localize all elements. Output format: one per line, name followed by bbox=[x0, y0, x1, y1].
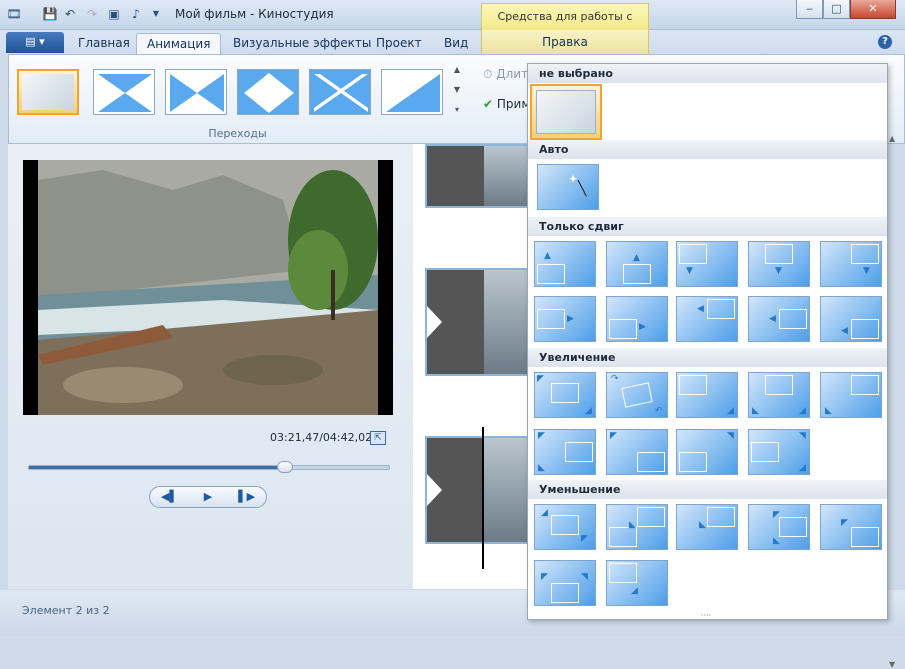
apply-check-icon: ✔ bbox=[483, 97, 497, 111]
zoom-in-option[interactable]: ◥ ◢ bbox=[748, 429, 810, 475]
zoom-out-option[interactable]: ◣ bbox=[676, 504, 738, 550]
next-frame-icon[interactable]: ▌▶ bbox=[227, 487, 266, 507]
gallery-expand-icon[interactable]: ▾ bbox=[452, 101, 462, 119]
storyboard-pane bbox=[413, 144, 535, 589]
transitions-group-label: Переходы bbox=[208, 127, 267, 140]
pan-option[interactable]: ▲ bbox=[606, 241, 668, 287]
pan-option[interactable]: ▼ bbox=[748, 241, 810, 287]
zoom-in-option[interactable]: ◢ bbox=[676, 372, 738, 418]
playhead[interactable] bbox=[482, 427, 484, 569]
playback-controls: ◀▌ ▶ ▌▶ bbox=[149, 486, 267, 508]
help-icon[interactable]: ? bbox=[878, 35, 892, 49]
storyboard-clip[interactable] bbox=[425, 268, 535, 376]
video-preview[interactable] bbox=[23, 160, 393, 415]
zoom-in-option[interactable]: ◣ ◢ bbox=[748, 372, 810, 418]
tab-home[interactable]: Главная bbox=[68, 33, 140, 54]
tab-animation[interactable]: Анимация bbox=[136, 33, 222, 54]
zoom-out-option[interactable]: ◤ ◣ bbox=[748, 504, 810, 550]
ribbon-tab-row: ▤ ▾ Главная Анимация Визуальные эффекты … bbox=[0, 30, 905, 54]
zoom-in-option[interactable]: ◤ ◢ bbox=[534, 372, 596, 418]
zoom-out-option[interactable]: ◤ ◥ bbox=[534, 560, 596, 606]
zoom-out-option[interactable]: ◤ bbox=[820, 504, 882, 550]
pan-option[interactable]: ◀ bbox=[676, 296, 738, 342]
tab-visual-effects[interactable]: Визуальные эффекты bbox=[223, 33, 381, 54]
tab-project[interactable]: Проект bbox=[366, 33, 432, 54]
pan-option[interactable]: ▼ bbox=[676, 241, 738, 287]
category-header: не выбрано bbox=[528, 64, 887, 83]
pan-zoom-gallery-dropdown: не выбрано Авто ✦ ╲ Только сдвиг ▲ ▲ ▼ ▼… bbox=[527, 63, 895, 669]
video-tools-context-tab: Средства для работы с видео bbox=[481, 3, 649, 49]
dropdown-scroll-up-icon[interactable]: ▲ bbox=[889, 134, 895, 143]
transition-thumb[interactable] bbox=[381, 69, 443, 115]
zoom-in-option[interactable]: ◥ bbox=[676, 429, 738, 475]
play-icon[interactable]: ▶ bbox=[189, 487, 228, 507]
music-icon[interactable]: ♪ bbox=[128, 6, 144, 22]
timecode-readout: 03:21,47/04:42,02 bbox=[270, 431, 373, 444]
app-icon: 🎞 bbox=[6, 7, 22, 21]
window-title: Мой фильм - Киностудия bbox=[175, 7, 334, 21]
pan-zoom-none[interactable] bbox=[530, 84, 602, 140]
pan-option[interactable]: ▲ bbox=[534, 241, 596, 287]
magic-wand-icon: ✦ bbox=[568, 172, 579, 186]
zoom-in-option[interactable]: ◤ bbox=[606, 429, 668, 475]
wand-stick-icon: ╲ bbox=[578, 181, 587, 197]
pan-option[interactable]: ▼ bbox=[820, 241, 882, 287]
category-header: Увеличение bbox=[528, 348, 887, 367]
transition-marker-icon bbox=[427, 474, 442, 506]
pan-option[interactable]: ◀ bbox=[748, 296, 810, 342]
pan-option[interactable]: ◀ bbox=[820, 296, 882, 342]
zoom-out-option[interactable]: ◢ bbox=[606, 560, 668, 606]
maximize-button[interactable]: □ bbox=[823, 0, 850, 19]
tab-view[interactable]: Вид bbox=[434, 33, 478, 54]
pan-option[interactable]: ▶ bbox=[534, 296, 596, 342]
category-header: Только сдвиг bbox=[528, 217, 887, 236]
seek-fill bbox=[29, 466, 285, 469]
zoom-in-option[interactable]: ◤ ◣ bbox=[534, 429, 596, 475]
fullscreen-icon[interactable]: ⇱ bbox=[370, 431, 386, 445]
dropdown-scroll-down-icon[interactable]: ▼ bbox=[889, 660, 895, 669]
pan-option[interactable]: ▶ bbox=[606, 296, 668, 342]
previous-frame-icon[interactable]: ◀▌ bbox=[150, 487, 189, 507]
undo-icon[interactable]: ↶ bbox=[62, 6, 78, 22]
zoom-out-option[interactable]: ◢ ◤ bbox=[534, 504, 596, 550]
storyboard-clip[interactable] bbox=[425, 144, 535, 208]
transition-thumb[interactable] bbox=[237, 69, 299, 115]
gallery-scroll-down-icon[interactable]: ▼ bbox=[452, 81, 462, 99]
gallery-scroll-up-icon[interactable]: ▲ bbox=[452, 61, 462, 79]
redo-icon[interactable]: ↷ bbox=[84, 6, 100, 22]
close-button[interactable]: ✕ bbox=[850, 0, 896, 19]
minimize-button[interactable]: ‒ bbox=[796, 0, 823, 19]
zoom-in-option[interactable]: ◣ bbox=[820, 372, 882, 418]
zoom-out-option[interactable]: ◣ bbox=[606, 504, 668, 550]
seek-bar[interactable] bbox=[28, 461, 390, 473]
transition-none[interactable] bbox=[17, 69, 79, 115]
storyboard-clip[interactable] bbox=[425, 436, 535, 544]
tab-edit[interactable]: Правка bbox=[481, 30, 649, 54]
transition-marker-icon bbox=[427, 306, 442, 338]
zoom-in-option[interactable]: ↷ ↶ bbox=[606, 372, 668, 418]
customize-quick-access-icon[interactable]: ▼ bbox=[148, 6, 164, 22]
transition-thumb[interactable] bbox=[165, 69, 227, 115]
clock-icon: ⏱ bbox=[483, 67, 497, 81]
seek-thumb[interactable] bbox=[277, 461, 293, 473]
transition-thumb[interactable] bbox=[309, 69, 371, 115]
dropdown-resize-grip[interactable]: ···· bbox=[525, 612, 887, 620]
pan-zoom-auto[interactable]: ✦ ╲ bbox=[537, 164, 599, 210]
category-header: Уменьшение bbox=[528, 480, 887, 499]
category-header: Авто bbox=[528, 140, 887, 159]
preview-pane: 03:21,47/04:42,02 ⇱ ◀▌ ▶ ▌▶ bbox=[8, 144, 413, 589]
snapshot-icon[interactable]: ▣ bbox=[106, 6, 122, 22]
status-text: Элемент 2 из 2 bbox=[22, 604, 110, 617]
transition-thumb[interactable] bbox=[93, 69, 155, 115]
title-bar: 🎞 💾 ↶ ↷ ▣ ♪ ▼ Мой фильм - Киностудия Сре… bbox=[0, 0, 905, 49]
app-menu-button[interactable]: ▤ ▾ bbox=[6, 32, 64, 53]
save-icon[interactable]: 💾 bbox=[42, 6, 58, 22]
